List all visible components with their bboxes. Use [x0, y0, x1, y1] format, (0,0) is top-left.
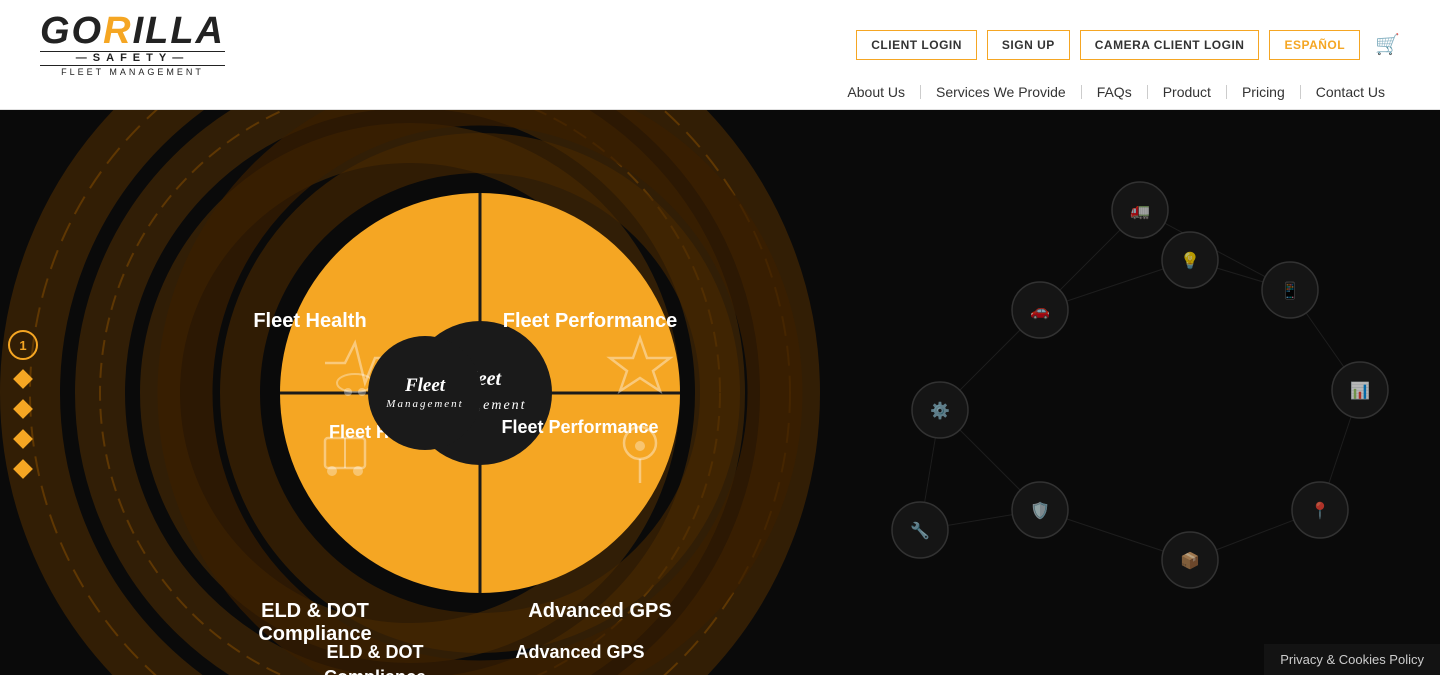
- privacy-bar[interactable]: Privacy & Cookies Policy: [1264, 644, 1440, 675]
- nav-services[interactable]: Services We Provide: [921, 85, 1082, 99]
- nav-pricing[interactable]: Pricing: [1227, 85, 1301, 99]
- header-top: GORILLA —SAFETY— FLEET MANAGEMENT CLIENT…: [0, 0, 1440, 85]
- svg-text:🚗: 🚗: [1030, 303, 1050, 320]
- svg-text:Advanced GPS: Advanced GPS: [515, 642, 644, 662]
- svg-text:📦: 📦: [1180, 551, 1200, 570]
- logo-text: GORILLA —SAFETY— FLEET MANAGEMENT: [40, 12, 225, 77]
- quadrant-eld-dot: ELD & DOT Compliance: [215, 600, 415, 646]
- logo-fleet: FLEET MANAGEMENT: [40, 68, 225, 77]
- nav-faqs[interactable]: FAQs: [1082, 85, 1148, 99]
- header: GORILLA —SAFETY— FLEET MANAGEMENT CLIENT…: [0, 0, 1440, 110]
- logo-safety: —SAFETY—: [40, 51, 225, 66]
- client-login-button[interactable]: CLIENT LOGIN: [856, 30, 977, 60]
- svg-text:🔧: 🔧: [910, 521, 930, 540]
- svg-text:💡: 💡: [1180, 251, 1200, 270]
- nav-about-us[interactable]: About Us: [832, 85, 921, 99]
- quadrant-fleet-health: Fleet Health: [220, 310, 400, 333]
- logo: GORILLA —SAFETY— FLEET MANAGEMENT: [40, 12, 225, 77]
- quadrant-advanced-gps: Advanced GPS: [500, 600, 700, 623]
- svg-text:🛡️: 🛡️: [1030, 501, 1050, 520]
- indicator-diamond-1: [13, 369, 33, 389]
- nav-contact-us[interactable]: Contact Us: [1301, 85, 1400, 99]
- quadrant-fleet-performance: Fleet Performance: [490, 310, 690, 333]
- espanol-button[interactable]: ESPAÑOL: [1269, 30, 1360, 60]
- logo-gorilla: GORILLA: [40, 12, 225, 50]
- svg-text:Compliance: Compliance: [324, 667, 426, 675]
- svg-text:📍: 📍: [1310, 501, 1330, 520]
- svg-text:📊: 📊: [1350, 381, 1370, 400]
- svg-text:Fleet Performance: Fleet Performance: [501, 417, 658, 437]
- nav-product[interactable]: Product: [1148, 85, 1227, 99]
- cart-icon[interactable]: 🛒: [1375, 32, 1400, 57]
- indicator-diamond-4: [13, 459, 33, 479]
- svg-text:⚙️: ⚙️: [930, 401, 950, 420]
- indicator-number: 1: [8, 330, 38, 360]
- svg-text:🚛: 🚛: [1130, 203, 1150, 220]
- background-tech: 🚛 📱 📊 🚗 ⚙️ 🛡️ 📦 📍 💡 🔧: [840, 110, 1440, 675]
- side-indicators: 1: [8, 330, 38, 480]
- center-circle: Fleet Management: [368, 336, 482, 450]
- indicator-diamond-3: [13, 429, 33, 449]
- indicator-diamond-2: [13, 399, 33, 419]
- svg-text:📱: 📱: [1280, 281, 1300, 300]
- header-nav: About Us Services We Provide FAQs Produc…: [0, 85, 1440, 109]
- camera-client-login-button[interactable]: CAMERA CLIENT LOGIN: [1080, 30, 1260, 60]
- hero-section: 🚛 📱 📊 🚗 ⚙️ 🛡️ 📦 📍 💡 🔧 1: [0, 110, 1440, 675]
- sign-up-button[interactable]: SIGN UP: [987, 30, 1070, 60]
